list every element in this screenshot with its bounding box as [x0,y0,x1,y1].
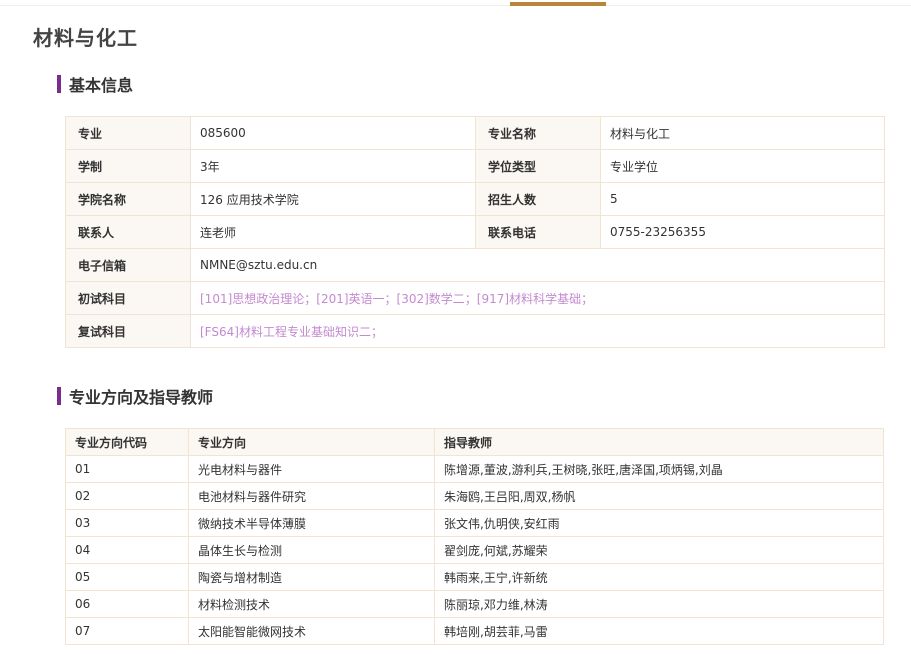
directions-table: 专业方向代码 专业方向 指导教师 01 光电材料与器件 陈增源,董波,游利兵,王… [65,428,884,645]
active-tab-indicator [510,2,606,6]
retest-subjects-link[interactable]: [FS64]材料工程专业基础知识二； [190,314,885,348]
direction-advisors: 韩培刚,胡芸菲,马雷 [434,617,884,645]
section-heading-basic-info: 基本信息 [57,74,134,95]
direction-name: 电池材料与器件研究 [188,482,435,510]
direction-advisors: 韩雨来,王宁,许新统 [434,563,884,591]
section-title: 专业方向及指导教师 [69,388,214,407]
table-row: 专业 085600 专业名称 材料与化工 [65,116,885,150]
retest-subjects-label: 复试科目 [65,314,191,348]
major-name-label: 专业名称 [475,116,601,150]
major-name-value: 材料与化工 [600,116,885,150]
column-header-direction: 专业方向 [188,428,435,456]
table-row: 07 太阳能智能微网技术 韩培刚,胡芸菲,马雷 [65,617,884,645]
direction-name: 晶体生长与检测 [188,536,435,564]
direction-advisors: 张文伟,仇明侠,安红雨 [434,509,884,537]
degree-type-label: 学位类型 [475,149,601,183]
contact-label: 联系人 [65,215,191,249]
direction-code: 02 [65,482,189,510]
direction-code: 01 [65,455,189,483]
phone-label: 联系电话 [475,215,601,249]
basic-info-table: 专业 085600 专业名称 材料与化工 学制 3年 学位类型 专业学位 学院名… [65,116,885,348]
college-label: 学院名称 [65,182,191,216]
table-row: 联系人 连老师 联系电话 0755-23256355 [65,215,885,249]
table-row: 复试科目 [FS64]材料工程专业基础知识二； [65,314,885,348]
direction-advisors: 陈增源,董波,游利兵,王树晓,张旺,唐泽国,项炳锡,刘晶 [434,455,884,483]
phone-value: 0755-23256355 [600,215,885,249]
prelim-subjects-label: 初试科目 [65,281,191,315]
duration-label: 学制 [65,149,191,183]
contact-value: 连老师 [190,215,476,249]
direction-code: 07 [65,617,189,645]
email-value: NMNE@sztu.edu.cn [190,248,885,282]
direction-name: 材料检测技术 [188,590,435,618]
section-bar [57,387,61,405]
table-row: 06 材料检测技术 陈丽琼,邓力维,林涛 [65,590,884,618]
enrollment-value: 5 [600,182,885,216]
table-row: 初试科目 [101]思想政治理论；[201]英语一；[302]数学二；[917]… [65,281,885,315]
direction-code: 04 [65,536,189,564]
section-title: 基本信息 [69,76,134,95]
direction-name: 微纳技术半导体薄膜 [188,509,435,537]
direction-name: 陶瓷与增材制造 [188,563,435,591]
column-header-advisors: 指导教师 [434,428,884,456]
email-label: 电子信箱 [65,248,191,282]
direction-advisors: 朱海鸥,王吕阳,周双,杨帆 [434,482,884,510]
table-row: 02 电池材料与器件研究 朱海鸥,王吕阳,周双,杨帆 [65,482,884,510]
prelim-subjects-link[interactable]: [101]思想政治理论；[201]英语一；[302]数学二；[917]材料科学基… [190,281,885,315]
major-value: 085600 [190,116,476,150]
table-row: 03 微纳技术半导体薄膜 张文伟,仇明侠,安红雨 [65,509,884,537]
direction-code: 05 [65,563,189,591]
section-heading-directions: 专业方向及指导教师 [57,386,214,407]
degree-type-value: 专业学位 [600,149,885,183]
direction-advisors: 陈丽琼,邓力维,林涛 [434,590,884,618]
page-title: 材料与化工 [33,26,138,50]
college-value: 126 应用技术学院 [190,182,476,216]
direction-code: 06 [65,590,189,618]
top-divider [0,5,911,6]
direction-name: 光电材料与器件 [188,455,435,483]
direction-advisors: 翟剑庞,何斌,苏耀荣 [434,536,884,564]
major-label: 专业 [65,116,191,150]
enrollment-label: 招生人数 [475,182,601,216]
table-row: 电子信箱 NMNE@sztu.edu.cn [65,248,885,282]
table-header-row: 专业方向代码 专业方向 指导教师 [65,428,884,456]
direction-code: 03 [65,509,189,537]
column-header-code: 专业方向代码 [65,428,189,456]
table-row: 学制 3年 学位类型 专业学位 [65,149,885,183]
direction-name: 太阳能智能微网技术 [188,617,435,645]
section-bar [57,75,61,93]
table-row: 04 晶体生长与检测 翟剑庞,何斌,苏耀荣 [65,536,884,564]
table-row: 学院名称 126 应用技术学院 招生人数 5 [65,182,885,216]
table-row: 01 光电材料与器件 陈增源,董波,游利兵,王树晓,张旺,唐泽国,项炳锡,刘晶 [65,455,884,483]
duration-value: 3年 [190,149,476,183]
table-row: 05 陶瓷与增材制造 韩雨来,王宁,许新统 [65,563,884,591]
